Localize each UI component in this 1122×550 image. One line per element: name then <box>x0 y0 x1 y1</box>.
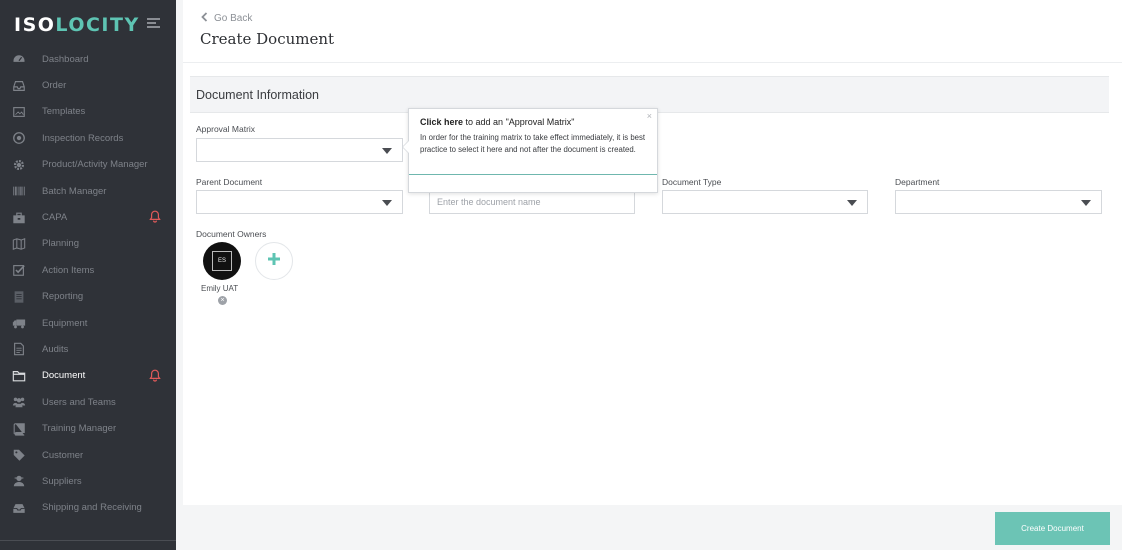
sidebar-item-label: Order <box>42 80 67 92</box>
document-owners-label: Document Owners <box>196 229 267 239</box>
add-owner-button[interactable] <box>255 242 293 280</box>
document-type-label: Document Type <box>662 177 722 187</box>
logo-text-iso: ISO <box>14 14 56 36</box>
sidebar-item-label: Audits <box>42 343 69 355</box>
folder-icon <box>12 369 26 383</box>
sidebar-item-label: Product/Activity Manager <box>42 159 148 171</box>
sidebar-item-label: Action Items <box>42 264 95 276</box>
department-select[interactable] <box>895 190 1102 214</box>
sidebar-item-label: Batch Manager <box>42 185 107 197</box>
sidebar-item-training-manager[interactable]: Training Manager <box>0 415 176 441</box>
department-label: Department <box>895 177 940 187</box>
sidebar-item-customer[interactable]: Customer <box>0 442 176 468</box>
section-title: Document Information <box>196 88 319 102</box>
owner-card: ES <box>203 242 243 280</box>
file-icon <box>12 342 26 356</box>
sidebar-item-reporting[interactable]: Reporting <box>0 284 176 310</box>
document-name-input[interactable] <box>429 190 635 214</box>
sidebar-item-label: Templates <box>42 106 86 118</box>
header-divider <box>183 62 1122 63</box>
chevron-left-icon <box>201 12 208 25</box>
sidebar-item-planning[interactable]: Planning <box>0 231 176 257</box>
map-icon <box>12 237 26 251</box>
create-document-button[interactable]: Create Document <box>995 512 1110 545</box>
owner-name: Emily UAT <box>201 284 239 293</box>
document-type-select[interactable] <box>662 190 868 214</box>
avatar[interactable]: ES <box>203 242 241 280</box>
tooltip-click-here-link[interactable]: Click here <box>420 117 463 127</box>
tooltip-divider <box>409 174 657 175</box>
approval-matrix-label: Approval Matrix <box>196 124 256 134</box>
approval-matrix-tooltip: × Click here to add an "Approval Matrix"… <box>402 108 658 193</box>
plus-icon <box>267 252 281 271</box>
sidebar-item-action-items[interactable]: Action Items <box>0 257 176 283</box>
sidebar-item-capa[interactable]: CAPA <box>0 204 176 230</box>
target-icon <box>12 131 26 145</box>
remove-owner-icon[interactable]: × <box>218 296 227 305</box>
sidebar-item-label: Users and Teams <box>42 396 116 408</box>
checkbox-icon <box>12 263 26 277</box>
caret-down-icon <box>382 200 392 206</box>
page-title: Create Document <box>200 30 335 48</box>
sidebar-item-shipping-and-receiving[interactable]: Shipping and Receiving <box>0 495 176 521</box>
truck-icon <box>12 316 26 330</box>
sidebar-item-batch-manager[interactable]: Batch Manager <box>0 178 176 204</box>
tooltip-body: In order for the training matrix to take… <box>420 133 646 154</box>
briefcase-icon <box>12 211 26 225</box>
sidebar-item-label: Document <box>42 370 86 382</box>
caret-down-icon <box>382 148 392 154</box>
sidebar-item-document[interactable]: Document <box>0 363 176 389</box>
sidebar-item-label: Planning <box>42 238 79 250</box>
sidebar-nav: Dashboard Order Templates Inspection Rec… <box>0 46 176 521</box>
main-content: Go Back Create Document Document Informa… <box>183 0 1122 505</box>
approval-matrix-select[interactable] <box>196 138 403 162</box>
bell-icon[interactable] <box>149 369 161 382</box>
sidebar-item-product-activity-manager[interactable]: Product/Activity Manager <box>0 152 176 178</box>
sidebar-item-suppliers[interactable]: Suppliers <box>0 468 176 494</box>
tray-icon <box>12 501 26 515</box>
sidebar-item-equipment[interactable]: Equipment <box>0 310 176 336</box>
parent-document-select[interactable] <box>196 190 403 214</box>
gear-icon <box>12 158 26 172</box>
tooltip-title-rest: to add an "Approval Matrix" <box>463 117 575 127</box>
inbox-icon <box>12 79 26 93</box>
sidebar-item-label: Shipping and Receiving <box>42 502 142 514</box>
sidebar-item-users-and-teams[interactable]: Users and Teams <box>0 389 176 415</box>
caret-down-icon <box>1081 200 1091 206</box>
sidebar-item-templates[interactable]: Templates <box>0 99 176 125</box>
go-back-label: Go Back <box>214 13 253 24</box>
sidebar-item-label: Reporting <box>42 291 84 303</box>
go-back-link[interactable]: Go Back <box>201 12 252 25</box>
supplier-icon <box>12 474 26 488</box>
templates-icon <box>12 105 26 119</box>
sidebar-item-label: Customer <box>42 449 84 461</box>
sidebar: ISO LOCITY Dashboard Order Templates Insp… <box>0 0 176 550</box>
logo-text-locity: LOCITY <box>55 14 140 36</box>
users-icon <box>12 395 26 409</box>
isolocity-logo[interactable]: ISO LOCITY <box>14 12 140 38</box>
sidebar-item-label: Training Manager <box>42 423 117 435</box>
book-icon <box>12 422 26 436</box>
sidebar-item-inspection-records[interactable]: Inspection Records <box>0 125 176 151</box>
bell-icon[interactable] <box>149 210 161 223</box>
sidebar-item-label: Equipment <box>42 317 88 329</box>
barcode-icon <box>12 184 26 198</box>
tag-icon <box>12 448 26 462</box>
sidebar-item-label: Inspection Records <box>42 132 124 144</box>
sidebar-item-label: Dashboard <box>42 53 89 65</box>
close-icon[interactable]: × <box>647 111 652 121</box>
sidebar-item-dashboard[interactable]: Dashboard <box>0 46 176 72</box>
sidebar-item-label: Suppliers <box>42 475 82 487</box>
avatar-initials: ES <box>212 251 232 271</box>
sidebar-item-audits[interactable]: Audits <box>0 336 176 362</box>
sidebar-divider <box>0 540 176 541</box>
dashboard-icon <box>12 52 26 66</box>
sidebar-item-order[interactable]: Order <box>0 72 176 98</box>
tooltip-title: Click here to add an "Approval Matrix" <box>420 117 574 127</box>
menu-toggle-icon[interactable] <box>147 18 160 28</box>
parent-document-label: Parent Document <box>196 177 263 187</box>
caret-down-icon <box>847 200 857 206</box>
sidebar-item-label: CAPA <box>42 212 68 224</box>
report-icon <box>12 290 26 304</box>
